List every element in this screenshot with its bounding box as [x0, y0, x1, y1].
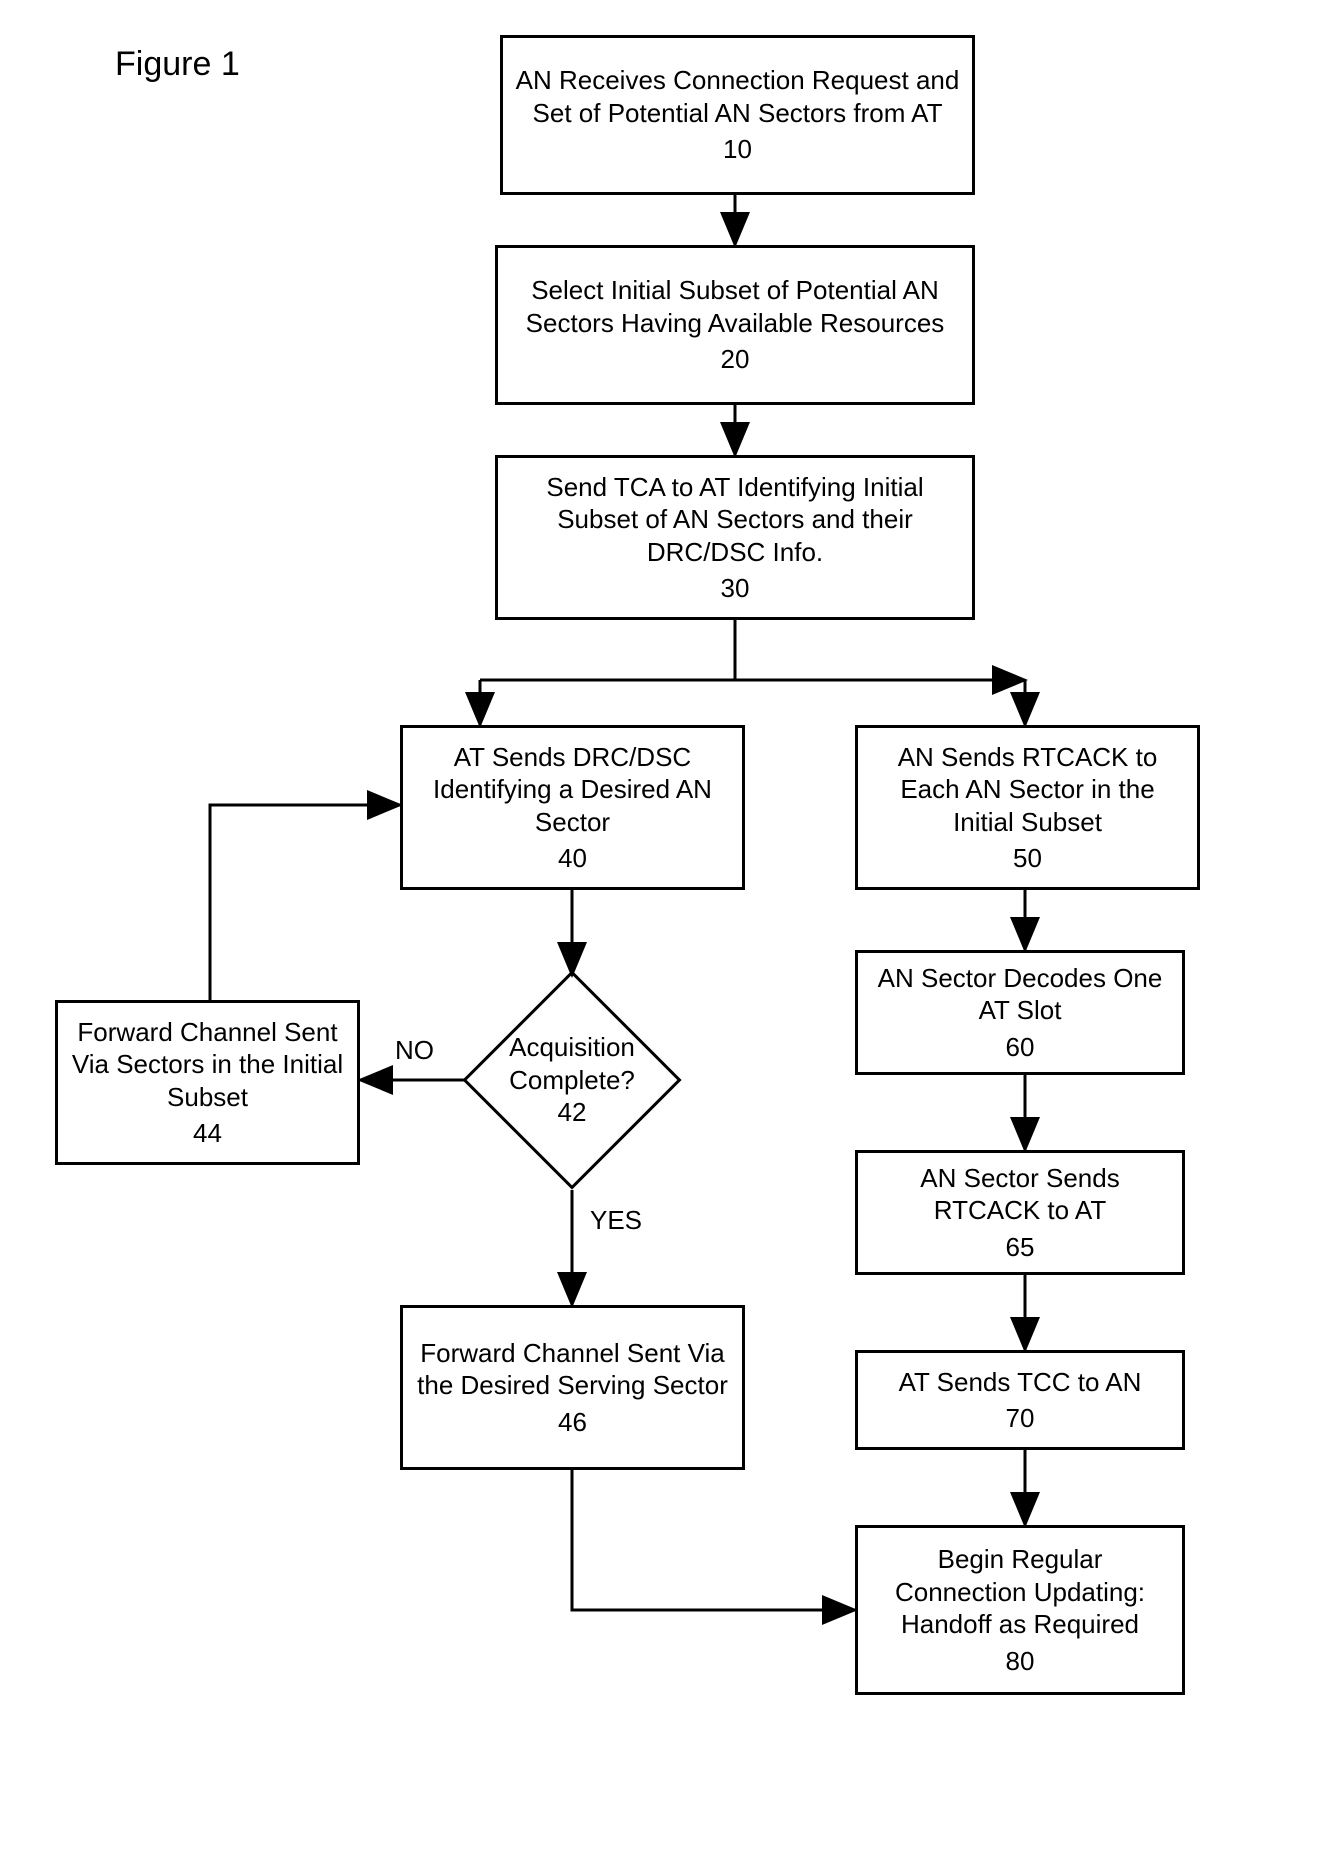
- node-70-text: AT Sends TCC to AN: [899, 1366, 1142, 1399]
- node-80-text: Begin Regular Connection Updating: Hando…: [870, 1543, 1170, 1641]
- node-10-num: 10: [723, 133, 752, 166]
- node-40-num: 40: [558, 842, 587, 875]
- node-65-num: 65: [1006, 1231, 1035, 1264]
- node-42-num: 42: [558, 1096, 587, 1129]
- node-65: AN Sector Sends RTCACK to AT 65: [855, 1150, 1185, 1275]
- node-42-decision: Acquisition Complete? 42: [462, 970, 682, 1190]
- node-46: Forward Channel Sent Via the Desired Ser…: [400, 1305, 745, 1470]
- node-65-text: AN Sector Sends RTCACK to AT: [870, 1162, 1170, 1227]
- node-10-text: AN Receives Connection Request and Set o…: [515, 64, 960, 129]
- node-40: AT Sends DRC/DSC Identifying a Desired A…: [400, 725, 745, 890]
- node-42-text: Acquisition Complete?: [462, 1031, 682, 1096]
- node-50-text: AN Sends RTCACK to Each AN Sector in the…: [870, 741, 1185, 839]
- node-80: Begin Regular Connection Updating: Hando…: [855, 1525, 1185, 1695]
- node-30-num: 30: [721, 572, 750, 605]
- node-30-text: Send TCA to AT Identifying Initial Subse…: [510, 471, 960, 569]
- node-44-num: 44: [193, 1117, 222, 1150]
- node-20-num: 20: [721, 343, 750, 376]
- node-44: Forward Channel Sent Via Sectors in the …: [55, 1000, 360, 1165]
- node-20: Select Initial Subset of Potential AN Se…: [495, 245, 975, 405]
- node-46-text: Forward Channel Sent Via the Desired Ser…: [415, 1337, 730, 1402]
- node-30: Send TCA to AT Identifying Initial Subse…: [495, 455, 975, 620]
- node-46-num: 46: [558, 1406, 587, 1439]
- node-60: AN Sector Decodes One AT Slot 60: [855, 950, 1185, 1075]
- node-44-text: Forward Channel Sent Via Sectors in the …: [70, 1016, 345, 1114]
- node-80-num: 80: [1006, 1645, 1035, 1678]
- node-20-text: Select Initial Subset of Potential AN Se…: [510, 274, 960, 339]
- label-no: NO: [395, 1035, 434, 1066]
- node-50-num: 50: [1013, 842, 1042, 875]
- figure-title: Figure 1: [115, 45, 240, 84]
- node-70-num: 70: [1006, 1402, 1035, 1435]
- node-10: AN Receives Connection Request and Set o…: [500, 35, 975, 195]
- node-70: AT Sends TCC to AN 70: [855, 1350, 1185, 1450]
- node-40-text: AT Sends DRC/DSC Identifying a Desired A…: [415, 741, 730, 839]
- label-yes: YES: [590, 1205, 642, 1236]
- node-60-text: AN Sector Decodes One AT Slot: [870, 962, 1170, 1027]
- node-50: AN Sends RTCACK to Each AN Sector in the…: [855, 725, 1200, 890]
- node-60-num: 60: [1006, 1031, 1035, 1064]
